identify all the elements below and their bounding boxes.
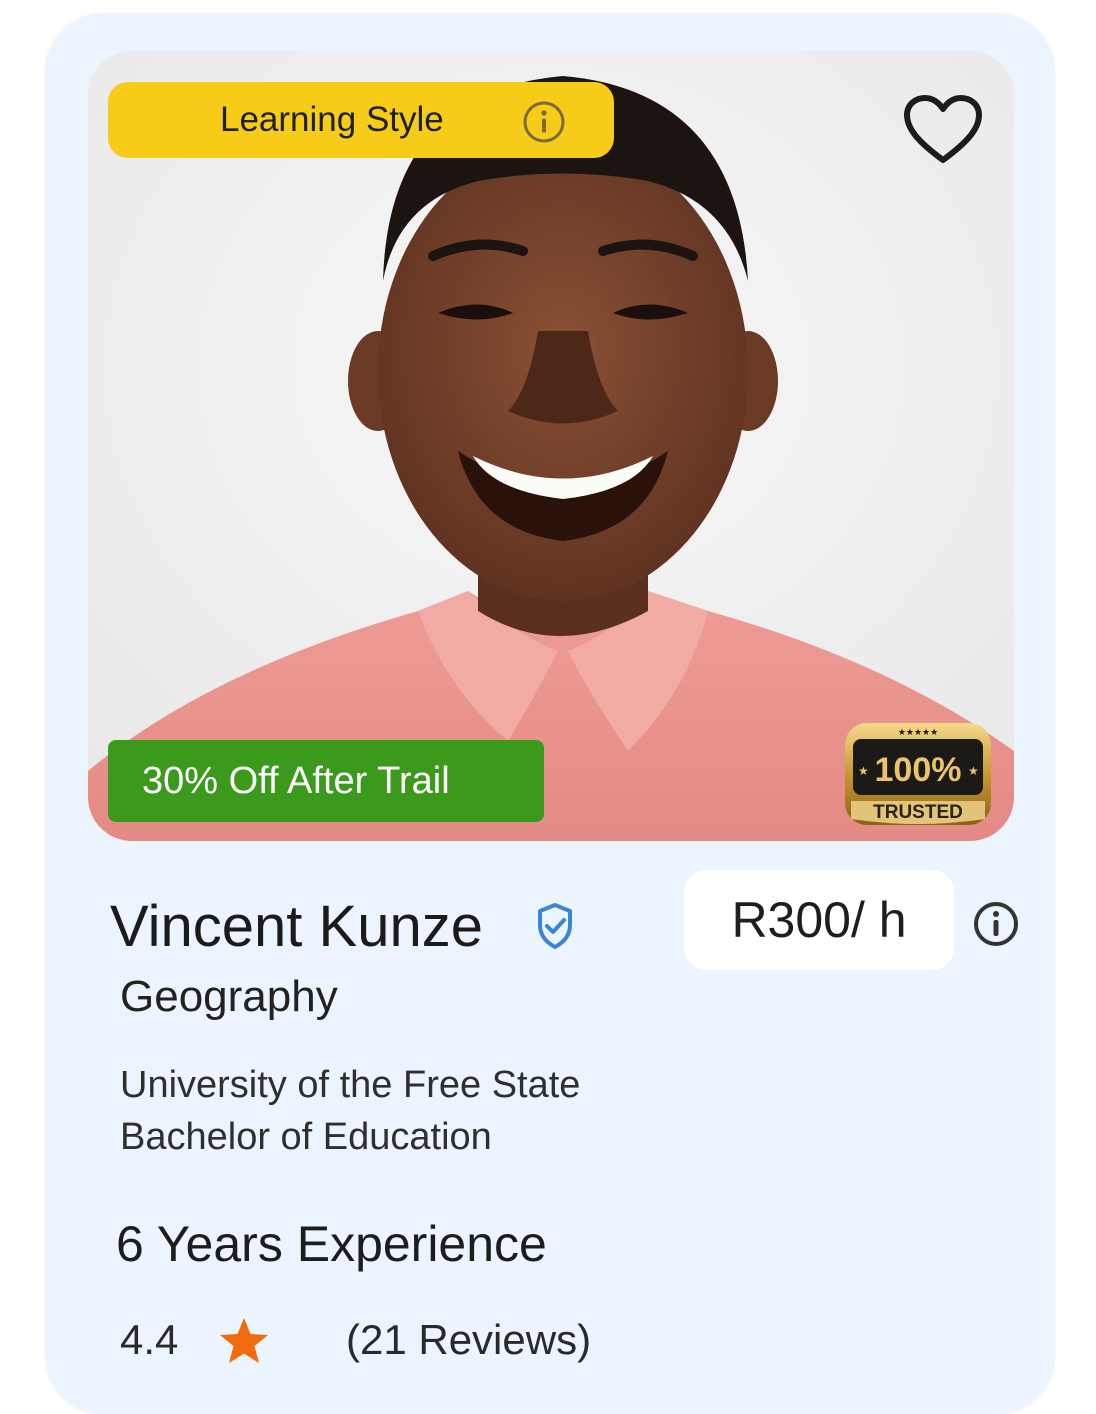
tutor-card[interactable]: Learning Style 30% Off After Trail ★★★★★… — [46, 14, 1054, 1414]
svg-text:★: ★ — [968, 764, 979, 778]
verified-shield-icon — [536, 902, 574, 955]
tutor-subject: Geography — [120, 972, 338, 1021]
tutor-rating: 4.4 — [120, 1316, 179, 1363]
trusted-stars: ★★★★★ — [898, 728, 938, 738]
trusted-percent: 100% — [875, 751, 962, 789]
tutor-degree: Bachelor of Education — [120, 1116, 492, 1158]
favorite-heart-icon[interactable] — [903, 94, 983, 171]
tutor-experience: 6 Years Experience — [116, 1216, 547, 1272]
price-info-icon[interactable] — [972, 900, 1020, 953]
tutor-photo: Learning Style 30% Off After Trail ★★★★★… — [88, 51, 1014, 841]
svg-text:★: ★ — [858, 764, 869, 778]
star-icon — [218, 1316, 270, 1371]
tutor-university: University of the Free State — [120, 1064, 581, 1106]
learning-style-info-icon[interactable] — [522, 100, 566, 149]
discount-badge: 30% Off After Trail — [108, 740, 544, 822]
trusted-label: TRUSTED — [873, 802, 963, 823]
tutor-name: Vincent Kunze — [110, 894, 483, 959]
learning-style-badge[interactable]: Learning Style — [108, 82, 614, 158]
price-box: R300/ h — [684, 870, 954, 970]
trusted-badge: ★★★★★ 100% ★ ★ TRUSTED — [843, 721, 993, 832]
tutor-reviews[interactable]: (21 Reviews) — [346, 1314, 591, 1366]
learning-style-label: Learning Style — [220, 100, 444, 139]
